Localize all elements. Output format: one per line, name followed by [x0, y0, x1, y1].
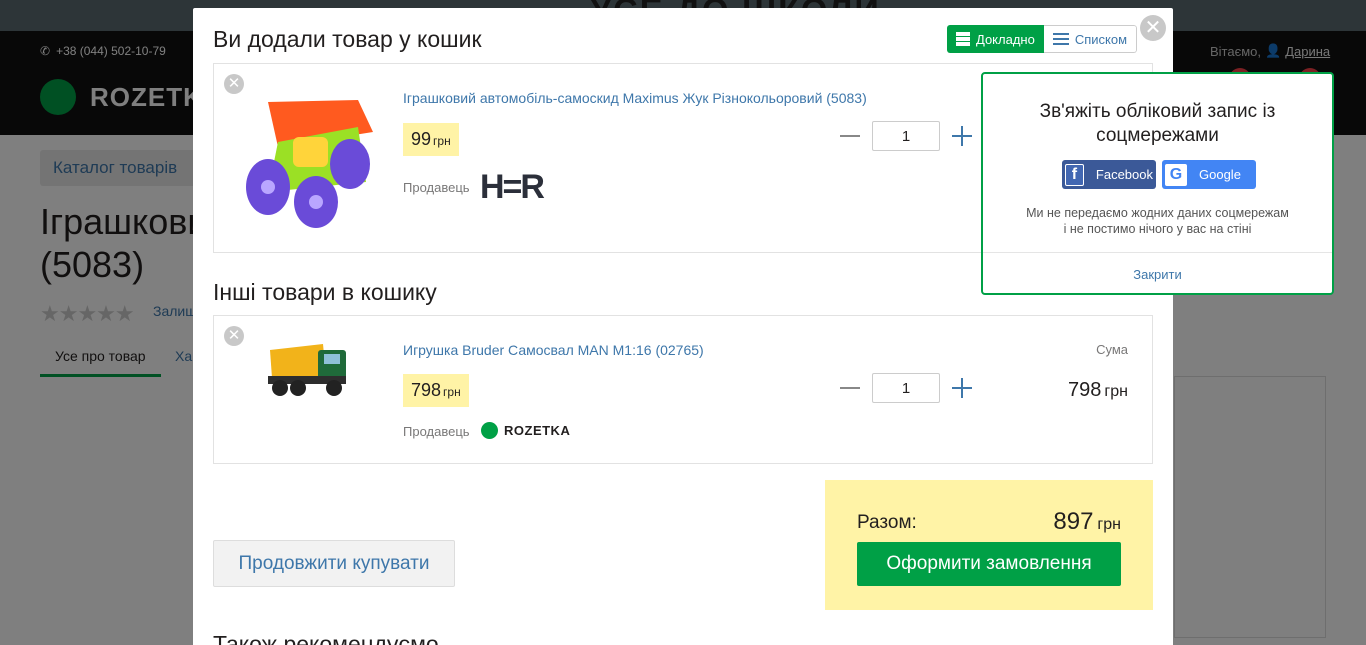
quantity-input[interactable] [872, 373, 940, 403]
price-value: 99 [411, 129, 432, 149]
sum-currency: грн [1104, 383, 1128, 400]
rozetka-smile-icon [481, 422, 498, 439]
list-view-icon [1052, 33, 1069, 45]
sum-label: Сума [1096, 342, 1128, 357]
checkout-button[interactable]: Оформити замовлення [857, 542, 1121, 586]
quantity-stepper [840, 121, 972, 151]
seller-label: Продавець [403, 180, 470, 195]
item-price: 798 грн [403, 374, 469, 407]
google-icon: G [1165, 163, 1187, 186]
social-close-link[interactable]: Закрити [983, 267, 1332, 282]
google-login-button[interactable]: G Google [1162, 160, 1256, 189]
item-name-link[interactable]: Іграшковий автомобіль-самоскид Maximus Ж… [403, 90, 867, 106]
also-recommend-title: Також рекомендуємо [213, 631, 439, 645]
seller-label: Продавець [403, 424, 470, 439]
facebook-login-button[interactable]: f Facebook [1062, 160, 1156, 189]
total-amount: 897 грн [1053, 508, 1121, 536]
divider [983, 252, 1332, 253]
remove-item-icon[interactable]: ✕ [224, 74, 244, 94]
sum-value: 798 [1068, 379, 1102, 401]
order-total-box: Разом: 897 грн Оформити замовлення [825, 480, 1153, 610]
quantity-stepper [840, 373, 972, 403]
modal-title: Ви додали товар у кошик [213, 26, 482, 52]
social-buttons: f Facebook G Google [1062, 160, 1256, 189]
google-label: Google [1199, 167, 1241, 182]
total-value: 897 [1053, 508, 1094, 535]
social-privacy-note: Ми не передаємо жодних даних соцмережам … [983, 205, 1332, 237]
price-value: 798 [411, 380, 442, 400]
other-items-title: Інші товари в кошику [213, 279, 437, 305]
seller-logo-text: ROZETKA [504, 423, 571, 438]
close-modal-icon[interactable]: ✕ [1140, 15, 1166, 41]
seller-logo-her[interactable]: H=R [480, 168, 545, 207]
decrease-quantity-icon[interactable] [840, 126, 860, 146]
price-currency: грн [433, 134, 451, 148]
detailed-view-icon [956, 32, 970, 46]
view-list-button[interactable]: Списком [1043, 25, 1138, 53]
view-detailed-button[interactable]: Докладно [947, 25, 1044, 53]
view-list-label: Списком [1074, 31, 1128, 47]
view-switch: Докладно Списком [947, 25, 1138, 53]
increase-quantity-icon[interactable] [952, 126, 972, 146]
facebook-label: Facebook [1095, 167, 1153, 182]
increase-quantity-icon[interactable] [952, 378, 972, 398]
remove-item-icon[interactable]: ✕ [224, 326, 244, 346]
price-currency: грн [443, 385, 461, 399]
cart-item-other: ✕ Игрушка Bruder Самосвал MAN M1:16 (027… [213, 315, 1153, 464]
item-name-link[interactable]: Игрушка Bruder Самосвал MAN M1:16 (02765… [403, 342, 704, 358]
social-note-line2: і не постимо нічого у вас на стіні [1063, 222, 1252, 236]
view-detailed-label: Докладно [976, 31, 1035, 47]
continue-shopping-button[interactable]: Продовжити купувати [213, 540, 455, 587]
toy-dump-truck-image[interactable] [238, 92, 380, 230]
bruder-truck-image[interactable] [268, 340, 348, 400]
total-currency: грн [1097, 516, 1121, 533]
quantity-input[interactable] [872, 121, 940, 151]
social-note-line1: Ми не передаємо жодних даних соцмережам [1026, 206, 1289, 220]
total-label: Разом: [857, 512, 917, 533]
seller-logo-rozetka[interactable]: ROZETKA [481, 422, 570, 439]
decrease-quantity-icon[interactable] [840, 378, 860, 398]
facebook-icon: f [1065, 163, 1084, 186]
social-connect-popup: Зв'яжіть обліковий запис із соцмережами … [981, 72, 1334, 295]
item-price: 99 грн [403, 123, 459, 156]
social-popup-title: Зв'яжіть обліковий запис із соцмережами [1039, 101, 1276, 146]
item-sum: 798 грн [1068, 379, 1128, 402]
